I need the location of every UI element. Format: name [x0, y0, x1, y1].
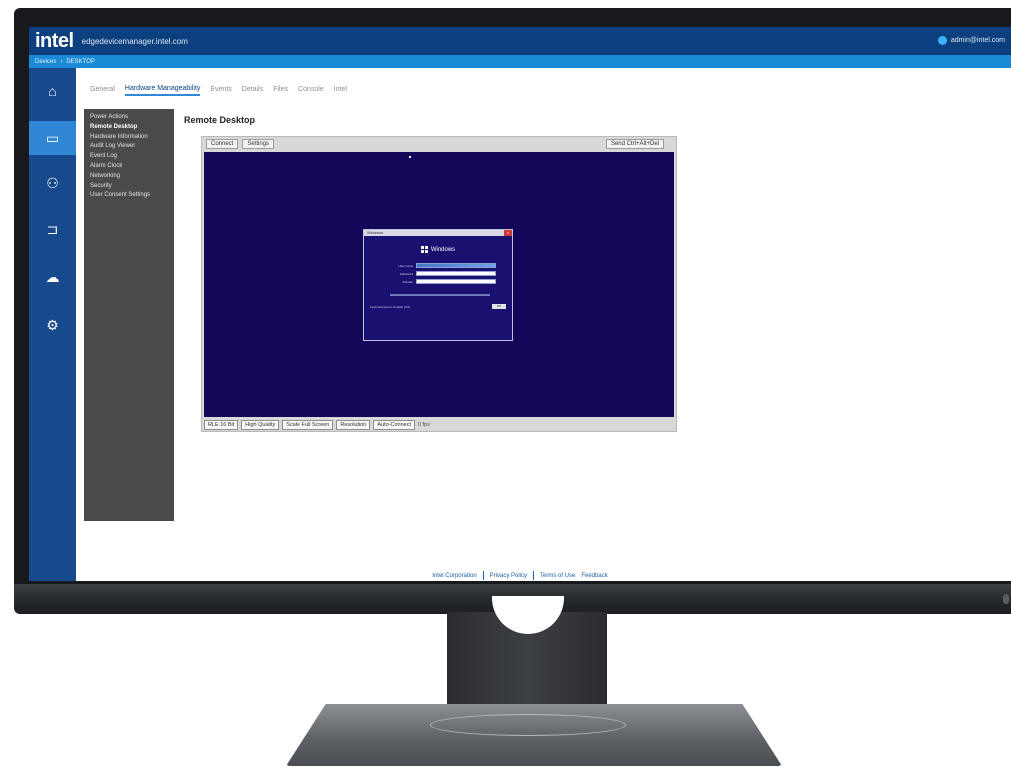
view-select[interactable]: Resolution [336, 420, 371, 430]
tab-files[interactable]: Files [273, 86, 288, 95]
login-dialog-titlebar: Windows × [364, 230, 512, 236]
tab-details[interactable]: Details [242, 86, 263, 95]
footer-separator [533, 571, 534, 580]
quality-select[interactable]: High Quality [241, 420, 280, 430]
monitor-icon: ▭ [45, 129, 60, 146]
user-avatar-icon [937, 36, 947, 45]
dialog-footer: Keyboard layout: English (US) OK [370, 304, 506, 309]
kvm-icon: ⊐ [46, 220, 59, 237]
page-footer: Intel Corporation Privacy Policy Terms o… [29, 570, 1011, 581]
device-tabs: General Hardware Manageability Events De… [90, 82, 347, 98]
footer-link[interactable]: Intel Corporation [432, 573, 476, 579]
remote-screen[interactable]: Windows × Windows User name Password Dom… [204, 152, 674, 417]
footer-link[interactable]: Terms of Use [540, 573, 575, 579]
home-icon: ⌂ [48, 83, 57, 99]
rail-home-button[interactable]: ⌂ [29, 74, 76, 108]
tab-intel[interactable]: Intel [334, 86, 347, 95]
domain-row: Domain [364, 279, 512, 284]
user-menu[interactable]: admin@intel.com [937, 36, 1005, 45]
username-row: User name [364, 263, 512, 268]
top-bar: intel edgedevicemanager.intel.com admin@… [29, 27, 1011, 55]
stand-base-ring [430, 714, 626, 736]
tab-console[interactable]: Console [298, 86, 324, 95]
user-label: admin@intel.com [950, 37, 1005, 44]
intel-logo: intel [35, 29, 74, 52]
password-label: Password [399, 271, 413, 276]
rail-kvm-button[interactable]: ⊐ [29, 212, 76, 246]
breadcrumb-item[interactable]: Devices [35, 59, 56, 65]
tab-events[interactable]: Events [210, 86, 231, 95]
rail-devices-button[interactable]: ▭ [29, 121, 76, 155]
mouse-cursor [409, 156, 411, 158]
submenu-item-event-log[interactable]: Event Log [90, 152, 168, 162]
icon-rail: ⌂ ▭ ⚇ ⊐ ☁ ⚙ [29, 68, 76, 581]
remote-desktop-viewer: Connect Settings Send Ctrl+Alt+Del Windo… [201, 136, 677, 432]
encoding-select[interactable]: RLE 16 Bit [204, 420, 239, 430]
viewer-toolbar: Connect Settings Send Ctrl+Alt+Del [202, 137, 676, 151]
username-label: User name [398, 263, 413, 268]
remote-login-dialog: Windows × Windows User name Password Dom… [363, 229, 513, 341]
send-ctrl-alt-del-button[interactable]: Send Ctrl+Alt+Del [605, 139, 664, 149]
power-button [1003, 594, 1009, 604]
submenu-item-remote-desktop[interactable]: Remote Desktop [90, 123, 168, 133]
submenu-item-hardware-information[interactable]: Hardware Information [90, 133, 168, 143]
username-input[interactable] [416, 263, 496, 268]
breadcrumb-separator: › [60, 58, 63, 65]
tab-general[interactable]: General [90, 86, 115, 95]
rail-settings-button[interactable]: ⚙ [29, 308, 76, 342]
users-icon: ⚇ [46, 174, 59, 191]
ok-button[interactable]: OK [492, 304, 506, 309]
settings-icon: ⚙ [46, 316, 59, 333]
windows-logo-icon [420, 246, 428, 253]
submenu-item-user-consent[interactable]: User Consent Settings [90, 191, 168, 201]
dialog-divider [390, 294, 490, 296]
app-title: edgedevicemanager.intel.com [81, 36, 188, 46]
settings-button[interactable]: Settings [242, 139, 275, 149]
product-photo: intel edgedevicemanager.intel.com admin@… [0, 0, 1011, 774]
password-input[interactable] [416, 271, 496, 276]
footer-link[interactable]: Privacy Policy [490, 573, 527, 579]
windows-brand-text: Windows [430, 246, 456, 253]
viewer-bottom-bar: RLE 16 Bit High Quality Scale Full Scree… [202, 419, 676, 431]
footer-separator [482, 571, 484, 580]
submenu-item-audit-log[interactable]: Audit Log Viewer [90, 142, 168, 152]
monitor-screen: intel edgedevicemanager.intel.com admin@… [29, 27, 1011, 581]
rail-users-button[interactable]: ⚇ [29, 166, 76, 200]
windows-brand: Windows [364, 246, 512, 253]
close-icon[interactable]: × [504, 230, 512, 236]
breadcrumb-item: DESKTOP [66, 58, 95, 65]
connect-button[interactable]: Connect [206, 139, 239, 149]
password-row: Password [364, 271, 512, 276]
keyboard-layout-note: Keyboard layout: English (US) [370, 304, 411, 309]
rail-upload-button[interactable]: ☁ [29, 260, 76, 294]
footer-link[interactable]: Feedback [581, 573, 607, 579]
login-dialog-title: Windows [367, 230, 384, 235]
domain-label: Domain [402, 279, 413, 284]
submenu-item-networking[interactable]: Networking [90, 172, 168, 182]
submenu-item-alarm-clock[interactable]: Alarm Clock [90, 162, 168, 172]
cloud-upload-icon: ☁ [45, 268, 60, 285]
domain-input[interactable] [416, 279, 496, 284]
scale-select[interactable]: Scale Full Screen [282, 420, 334, 430]
page-title: Remote Desktop [184, 115, 256, 125]
submenu: Power Actions Remote Desktop Hardware In… [84, 109, 174, 521]
fps-status: 0 fps [418, 422, 430, 428]
breadcrumb: Devices › DESKTOP [29, 55, 1011, 68]
submenu-item-security[interactable]: Security [90, 182, 168, 192]
auto-connect-button[interactable]: Auto-Connect [373, 420, 416, 430]
tab-hardware-manageability[interactable]: Hardware Manageability [124, 85, 201, 96]
submenu-item-power-actions[interactable]: Power Actions [90, 113, 168, 123]
